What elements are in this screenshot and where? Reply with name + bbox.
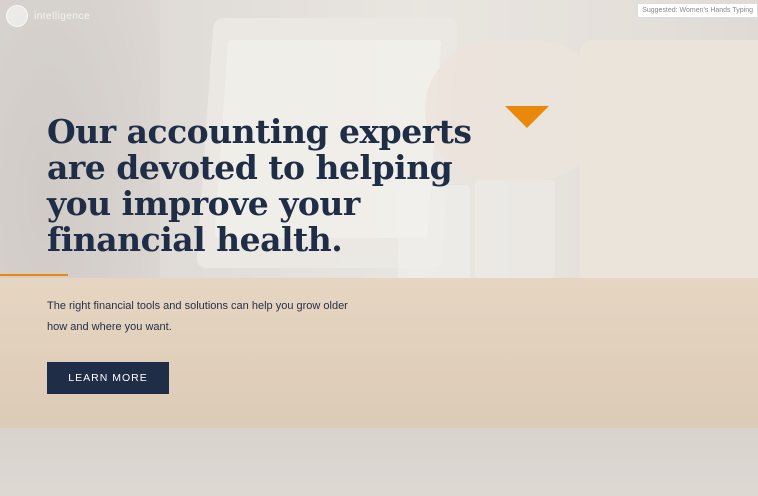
- hero-subtext: The right financial tools and solutions …: [47, 300, 348, 333]
- learn-more-button[interactable]: LEARN MORE: [47, 362, 169, 394]
- hero-headline: Our accounting experts are devoted to he…: [47, 112, 472, 259]
- triangle-down-icon: [505, 106, 549, 128]
- suggested-badge: Suggested: Women's Hands Typing: [637, 3, 758, 18]
- accent-divider: [0, 274, 68, 276]
- site-logo[interactable]: intelligence: [6, 5, 90, 27]
- logo-text: intelligence: [34, 10, 91, 22]
- logo-icon: [6, 5, 28, 27]
